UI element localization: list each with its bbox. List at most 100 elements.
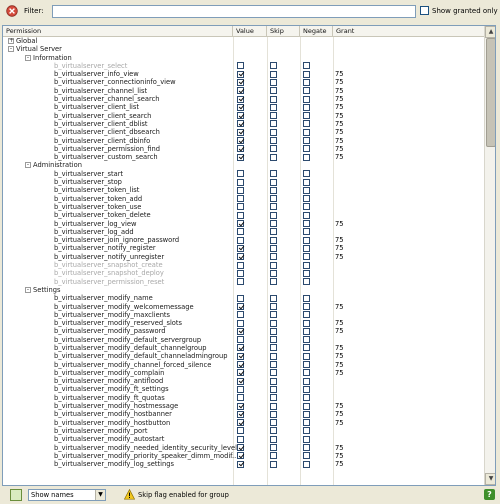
permission-row[interactable]: b_virtualserver_start (3, 170, 484, 178)
negate-checkbox[interactable] (303, 70, 310, 78)
permission-row[interactable]: b_virtualserver_modify_hostbutton 75 (3, 419, 484, 427)
skip-checkbox[interactable] (270, 186, 277, 194)
negate-checkbox[interactable] (303, 186, 310, 194)
negate-checkbox[interactable] (303, 120, 310, 128)
value-checkbox[interactable] (237, 269, 244, 277)
grant-value[interactable]: 75 (335, 95, 344, 103)
value-checkbox[interactable] (237, 261, 244, 269)
skip-checkbox[interactable] (270, 78, 277, 86)
grant-value[interactable]: 75 (335, 70, 344, 78)
value-checkbox[interactable] (237, 402, 244, 410)
permission-row[interactable]: b_virtualserver_modify_default_servergro… (3, 336, 484, 344)
negate-checkbox[interactable] (303, 278, 310, 286)
negate-checkbox[interactable] (303, 402, 310, 410)
negate-checkbox[interactable] (303, 170, 310, 178)
collapse-icon[interactable]: - (25, 54, 31, 61)
permission-row[interactable]: b_virtualserver_modify_priority_speaker_… (3, 452, 484, 460)
value-checkbox[interactable] (237, 460, 244, 468)
skip-checkbox[interactable] (270, 178, 277, 186)
group-row[interactable]: - Settings (3, 286, 484, 294)
negate-checkbox[interactable] (303, 211, 310, 219)
permission-row[interactable]: b_virtualserver_join_ignore_password 75 (3, 236, 484, 244)
collapse-icon[interactable]: - (25, 286, 31, 293)
negate-checkbox[interactable] (303, 87, 310, 95)
permission-row[interactable]: b_virtualserver_token_list (3, 186, 484, 194)
negate-checkbox[interactable] (303, 419, 310, 427)
value-checkbox[interactable] (237, 435, 244, 443)
negate-checkbox[interactable] (303, 327, 310, 335)
skip-checkbox[interactable] (270, 336, 277, 344)
permission-row[interactable]: b_virtualserver_connectioninfo_view 75 (3, 78, 484, 86)
grant-value[interactable]: 75 (335, 145, 344, 153)
grant-value[interactable]: 75 (335, 112, 344, 120)
grant-value[interactable]: 75 (335, 103, 344, 111)
filter-clear-icon[interactable] (6, 5, 18, 17)
permission-row[interactable]: b_virtualserver_client_dblist 75 (3, 120, 484, 128)
skip-checkbox[interactable] (270, 352, 277, 360)
permission-row[interactable]: b_virtualserver_modify_hostmessage 75 (3, 402, 484, 410)
grant-value[interactable]: 75 (335, 153, 344, 161)
permission-row[interactable]: b_virtualserver_client_list 75 (3, 103, 484, 111)
permission-row[interactable]: b_virtualserver_modify_name (3, 294, 484, 302)
permission-row[interactable]: b_virtualserver_modify_complain 75 (3, 369, 484, 377)
permission-row[interactable]: b_virtualserver_modify_log_settings 75 (3, 460, 484, 468)
negate-checkbox[interactable] (303, 261, 310, 269)
negate-checkbox[interactable] (303, 128, 310, 136)
value-checkbox[interactable] (237, 137, 244, 145)
negate-checkbox[interactable] (303, 352, 310, 360)
negate-checkbox[interactable] (303, 112, 310, 120)
value-checkbox[interactable] (237, 95, 244, 103)
negate-checkbox[interactable] (303, 145, 310, 153)
skip-checkbox[interactable] (270, 385, 277, 393)
value-checkbox[interactable] (237, 153, 244, 161)
expand-icon[interactable]: + (8, 38, 14, 44)
permission-row[interactable]: b_virtualserver_modify_password 75 (3, 327, 484, 335)
skip-checkbox[interactable] (270, 120, 277, 128)
negate-checkbox[interactable] (303, 78, 310, 86)
value-checkbox[interactable] (237, 145, 244, 153)
value-checkbox[interactable] (237, 303, 244, 310)
value-checkbox[interactable] (237, 120, 244, 128)
grant-value[interactable]: 75 (335, 220, 344, 228)
skip-checkbox[interactable] (270, 103, 277, 111)
skip-checkbox[interactable] (270, 145, 277, 153)
grant-value[interactable]: 75 (335, 137, 344, 145)
grant-value[interactable]: 75 (335, 120, 344, 128)
negate-checkbox[interactable] (303, 195, 310, 203)
negate-checkbox[interactable] (303, 361, 310, 369)
value-checkbox[interactable] (237, 294, 244, 302)
permission-row[interactable]: b_virtualserver_modify_reserved_slots 75 (3, 319, 484, 327)
permission-row[interactable]: b_virtualserver_permission_find 75 (3, 145, 484, 153)
scroll-thumb[interactable] (486, 38, 495, 147)
permission-row[interactable]: b_virtualserver_channel_list 75 (3, 87, 484, 95)
value-checkbox[interactable] (237, 112, 244, 120)
help-icon[interactable]: ? (484, 489, 495, 500)
value-checkbox[interactable] (237, 410, 244, 418)
group-row[interactable]: - Administration (3, 161, 484, 169)
group-row[interactable]: - Virtual Server (3, 45, 484, 53)
negate-checkbox[interactable] (303, 153, 310, 161)
permission-row[interactable]: b_virtualserver_modify_needed_identity_s… (3, 444, 484, 452)
permission-row[interactable]: b_virtualserver_permission_reset (3, 278, 484, 286)
skip-checkbox[interactable] (270, 269, 277, 277)
grant-value[interactable]: 75 (335, 452, 344, 460)
skip-checkbox[interactable] (270, 203, 277, 211)
permission-row[interactable]: b_virtualserver_snapshot_create (3, 261, 484, 269)
skip-checkbox[interactable] (270, 369, 277, 377)
value-checkbox[interactable] (237, 170, 244, 178)
negate-checkbox[interactable] (303, 311, 310, 319)
permission-row[interactable]: b_virtualserver_log_view 75 (3, 220, 484, 228)
negate-checkbox[interactable] (303, 269, 310, 277)
grant-value[interactable]: 75 (335, 128, 344, 136)
permission-row[interactable]: b_virtualserver_token_add (3, 195, 484, 203)
skip-checkbox[interactable] (270, 311, 277, 319)
skip-checkbox[interactable] (270, 361, 277, 369)
value-checkbox[interactable] (237, 220, 244, 228)
value-checkbox[interactable] (237, 278, 244, 286)
permission-row[interactable]: b_virtualserver_modify_maxclients (3, 311, 484, 319)
value-checkbox[interactable] (237, 311, 244, 319)
value-checkbox[interactable] (237, 427, 244, 435)
value-checkbox[interactable] (237, 319, 244, 327)
negate-checkbox[interactable] (303, 203, 310, 211)
value-checkbox[interactable] (237, 253, 244, 261)
